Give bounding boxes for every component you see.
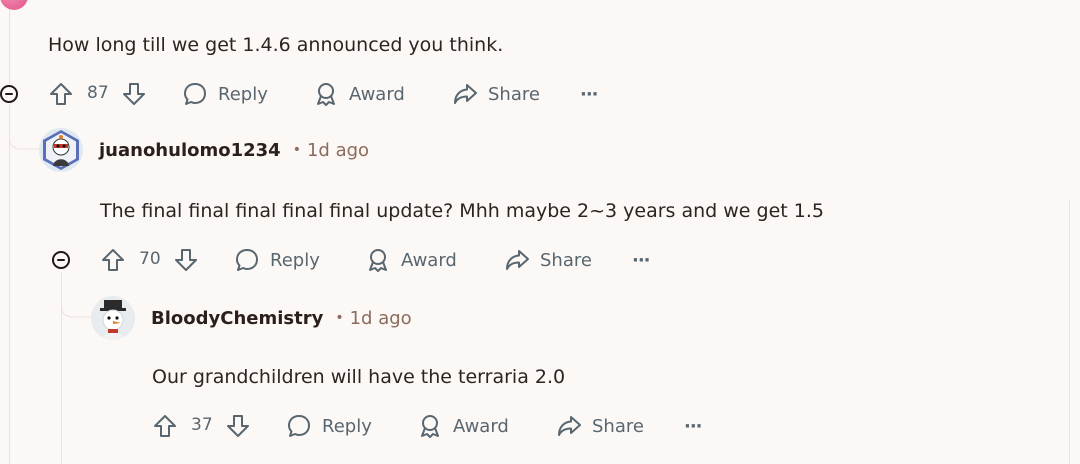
more-options-button[interactable]: ··· xyxy=(684,412,702,440)
page-edge xyxy=(1069,200,1080,464)
thread-line[interactable] xyxy=(9,104,10,464)
more-options-button[interactable]: ··· xyxy=(580,80,598,108)
user-avatar[interactable] xyxy=(91,296,135,340)
vote-count: 87 xyxy=(87,83,109,103)
share-icon xyxy=(454,84,477,104)
speech-bubble-icon xyxy=(184,83,206,105)
user-avatar[interactable] xyxy=(39,128,83,172)
downvote-icon xyxy=(123,83,145,105)
downvote-button[interactable] xyxy=(225,412,251,440)
award-button[interactable]: Award xyxy=(365,246,457,274)
separator-dot: • xyxy=(335,310,344,326)
share-button[interactable]: Share xyxy=(556,412,644,440)
award-label: Award xyxy=(453,415,509,437)
downvote-button[interactable] xyxy=(173,246,199,274)
speech-bubble-icon xyxy=(236,249,258,271)
comment-thread: How long till we get 1.4.6 announced you… xyxy=(0,0,1080,464)
parent-avatar[interactable] xyxy=(0,0,28,10)
comment-header: BloodyChemistry • 1d ago xyxy=(91,296,412,340)
comment-actions: 37 Reply Award Share ··· xyxy=(152,412,752,440)
award-button[interactable]: Award xyxy=(417,412,509,440)
comment-actions: 87 Reply Award Share ··· xyxy=(48,80,648,108)
separator-dot: • xyxy=(292,142,301,158)
share-label: Share xyxy=(488,83,540,105)
award-icon xyxy=(421,415,439,438)
upvote-icon xyxy=(102,249,124,271)
collapse-thread-button[interactable] xyxy=(0,85,18,103)
downvote-icon xyxy=(227,415,249,437)
reply-label: Reply xyxy=(322,415,372,437)
award-label: Award xyxy=(349,83,405,105)
comment-text: How long till we get 1.4.6 announced you… xyxy=(48,34,504,56)
thread-line[interactable] xyxy=(9,0,10,84)
upvote-icon xyxy=(154,415,176,437)
reply-label: Reply xyxy=(218,83,268,105)
share-button[interactable]: Share xyxy=(504,246,592,274)
comment-text: The final final final final final update… xyxy=(100,200,824,222)
reply-label: Reply xyxy=(270,249,320,271)
vote-count: 37 xyxy=(191,415,213,435)
share-icon xyxy=(558,416,581,436)
thread-connector xyxy=(61,272,91,318)
comment-text: Our grandchildren will have the terraria… xyxy=(152,366,566,388)
more-options-button[interactable]: ··· xyxy=(632,246,650,274)
award-icon xyxy=(369,249,387,272)
share-label: Share xyxy=(592,415,644,437)
timestamp[interactable]: 1d ago xyxy=(307,140,369,161)
share-label: Share xyxy=(540,249,592,271)
award-icon xyxy=(317,83,335,106)
vote-count: 70 xyxy=(139,249,161,269)
username[interactable]: juanohulomo1234 xyxy=(99,140,281,161)
upvote-button[interactable] xyxy=(100,246,126,274)
downvote-icon xyxy=(175,249,197,271)
upvote-icon xyxy=(50,83,72,105)
avatar-image xyxy=(43,130,79,170)
reply-button[interactable]: Reply xyxy=(286,412,372,440)
share-button[interactable]: Share xyxy=(452,80,540,108)
award-button[interactable]: Award xyxy=(313,80,405,108)
speech-bubble-icon xyxy=(288,415,310,437)
upvote-button[interactable] xyxy=(48,80,74,108)
reply-button[interactable]: Reply xyxy=(182,80,268,108)
award-label: Award xyxy=(401,249,457,271)
username[interactable]: BloodyChemistry xyxy=(151,308,323,329)
upvote-button[interactable] xyxy=(152,412,178,440)
comment-actions: 70 Reply Award Share ··· xyxy=(100,246,700,274)
thread-connector xyxy=(9,104,39,150)
timestamp[interactable]: 1d ago xyxy=(350,308,412,329)
collapse-thread-button[interactable] xyxy=(52,251,70,269)
reply-button[interactable]: Reply xyxy=(234,246,320,274)
avatar-image xyxy=(91,296,135,340)
comment-header: juanohulomo1234 • 1d ago xyxy=(39,128,369,172)
share-icon xyxy=(506,250,529,270)
downvote-button[interactable] xyxy=(121,80,147,108)
